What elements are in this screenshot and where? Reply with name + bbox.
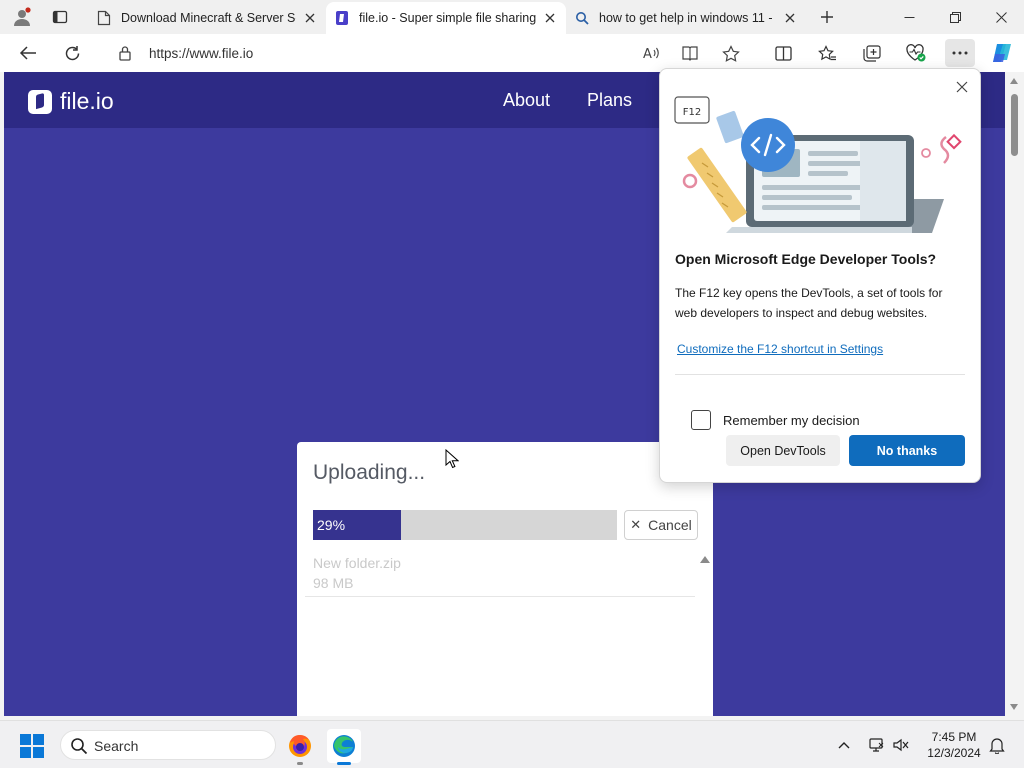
show-hidden-icons-chevron-icon[interactable] (834, 735, 854, 755)
immersive-reader-icon[interactable] (679, 43, 701, 63)
logo-text: file.io (60, 88, 114, 114)
upload-progress-bar: 29% (313, 510, 617, 540)
page-icon (96, 10, 112, 26)
active-indicator (337, 762, 351, 765)
close-tab-icon[interactable] (782, 10, 798, 26)
split-screen-icon[interactable] (768, 39, 798, 67)
favorites-icon[interactable] (812, 39, 842, 67)
close-icon: ✕ (630, 517, 642, 532)
tab-search[interactable]: how to get help in windows 11 - Search (566, 2, 806, 34)
scroll-up-arrow-icon[interactable] (700, 556, 710, 563)
search-label: Search (94, 738, 139, 754)
address-bar-row: https://www.file.io A (0, 34, 1024, 72)
dialog-description: The F12 key opens the DevTools, a set of… (675, 286, 943, 320)
running-indicator (297, 762, 303, 765)
start-button[interactable] (20, 734, 44, 758)
taskbar: Search 7:45 PM 12/3/2024 (0, 720, 1024, 768)
customize-shortcut-link[interactable]: Customize the F12 shortcut in Settings (677, 342, 883, 356)
tab-strip: Download Minecraft & Server Software fil… (0, 0, 1024, 34)
tab-fileio[interactable]: file.io - Super simple file sharing (326, 2, 566, 34)
open-devtools-button[interactable]: Open DevTools (726, 435, 840, 466)
restore-button[interactable] (932, 0, 978, 34)
tab-actions-icon[interactable] (47, 5, 73, 29)
dialog-title: Open Microsoft Edge Developer Tools? (675, 251, 937, 267)
f12-key-label: F12 (683, 107, 701, 118)
fileio-logo-icon (28, 89, 52, 114)
read-aloud-icon[interactable]: A (640, 43, 662, 63)
scrollbar-thumb[interactable] (1011, 94, 1018, 156)
svg-text:A: A (643, 47, 652, 61)
minimize-button[interactable] (886, 0, 932, 34)
progress-label: 29% (317, 517, 346, 533)
collections-icon[interactable] (857, 39, 887, 67)
firefox-app-icon[interactable] (283, 729, 317, 765)
tab-title: Download Minecraft & Server Software (121, 11, 296, 25)
address-bar[interactable]: https://www.file.io A (102, 38, 762, 68)
upload-title: Uploading... (313, 461, 426, 484)
nav-plans[interactable]: Plans (587, 90, 632, 111)
settings-and-more-icon[interactable] (945, 39, 975, 67)
tab-title: how to get help in windows 11 - Search (599, 11, 776, 25)
taskbar-search[interactable]: Search (60, 730, 276, 760)
site-logo[interactable]: file.io (28, 88, 114, 115)
network-icon[interactable] (866, 735, 886, 755)
url-text[interactable]: https://www.file.io (149, 46, 253, 61)
favorite-star-icon[interactable] (720, 43, 742, 63)
file-size: 98 MB (313, 575, 354, 591)
no-thanks-button[interactable]: No thanks (849, 435, 965, 466)
upload-panel: Uploading... 29% ✕ Cancel New folder.zip… (297, 442, 713, 716)
new-tab-button[interactable] (814, 5, 840, 29)
cancel-upload-button[interactable]: ✕ Cancel (624, 510, 698, 540)
search-icon (70, 737, 88, 758)
close-tab-icon[interactable] (302, 10, 318, 26)
profile-icon[interactable] (9, 5, 35, 29)
mouse-cursor-icon (445, 448, 460, 472)
copilot-icon[interactable] (987, 39, 1017, 67)
page-scrollbar[interactable] (1005, 72, 1024, 716)
devtools-prompt-dialog: F12 Open Microsoft Edge Developer Tools?… (659, 68, 981, 483)
volume-muted-icon[interactable] (891, 735, 911, 755)
clock-date: 12/3/2024 (927, 746, 981, 760)
browser-essentials-icon[interactable] (901, 39, 931, 67)
remember-decision-checkbox[interactable] (691, 410, 711, 430)
system-clock[interactable]: 7:45 PM 12/3/2024 (920, 729, 988, 761)
cancel-label: Cancel (648, 517, 692, 533)
edge-app-icon[interactable] (327, 729, 361, 765)
close-tab-icon[interactable] (542, 10, 558, 26)
scroll-up-icon[interactable] (1010, 78, 1018, 84)
notifications-bell-icon[interactable] (987, 735, 1007, 755)
clock-time: 7:45 PM (931, 730, 977, 744)
fileio-favicon (334, 10, 350, 26)
lock-icon[interactable] (118, 45, 132, 64)
close-window-button[interactable] (978, 0, 1024, 34)
nav-about[interactable]: About (503, 90, 550, 111)
refresh-button[interactable] (57, 39, 87, 67)
file-name: New folder.zip (313, 555, 401, 571)
remember-decision-label[interactable]: Remember my decision (723, 413, 860, 428)
back-button[interactable] (13, 39, 43, 67)
tab-title: file.io - Super simple file sharing (359, 11, 536, 25)
search-favicon (574, 10, 590, 26)
scroll-down-icon[interactable] (1010, 704, 1018, 710)
divider (675, 374, 965, 375)
divider (305, 596, 695, 597)
tab-minecraft[interactable]: Download Minecraft & Server Software (88, 2, 326, 34)
devtools-illustration: F12 (674, 96, 962, 233)
